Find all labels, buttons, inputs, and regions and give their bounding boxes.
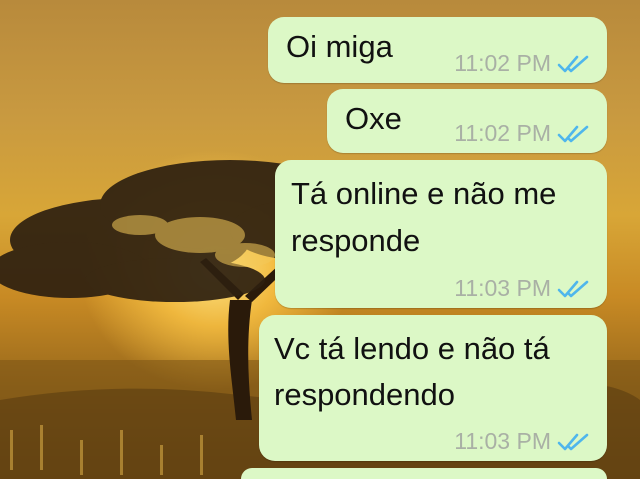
message-meta: 11:02 PM [454, 50, 591, 77]
message-timestamp: 11:02 PM [454, 120, 551, 146]
message-text-line: respondendo [274, 377, 455, 412]
message-timestamp: 11:03 PM [454, 428, 551, 454]
double-check-read-icon [557, 55, 589, 72]
message-bubble[interactable]: Oi miga 11:02 PM [268, 17, 607, 83]
message-text: Oi miga [286, 29, 393, 64]
message-timestamp: 11:02 PM [454, 50, 551, 76]
double-check-read-icon [557, 125, 589, 142]
message-text: Oxe [345, 101, 402, 136]
message-bubble-partial[interactable] [241, 468, 607, 479]
message-timestamp: 11:03 PM [454, 275, 551, 301]
message-text-line: Tá online e não me [291, 176, 557, 211]
double-check-read-icon [557, 433, 589, 450]
double-check-read-icon [557, 280, 589, 297]
message-bubble[interactable]: Oxe 11:02 PM [327, 89, 607, 153]
message-bubble[interactable]: Vc tá lendo e não tá respondendo 11:03 P… [259, 315, 607, 461]
message-meta: 11:02 PM [454, 120, 591, 147]
message-meta: 11:03 PM [454, 275, 591, 302]
message-meta: 11:03 PM [454, 428, 591, 455]
message-bubble[interactable]: Tá online e não me responde 11:03 PM [275, 160, 607, 308]
message-text-line: responde [291, 223, 421, 258]
message-text-line: Vc tá lendo e não tá [274, 331, 550, 366]
